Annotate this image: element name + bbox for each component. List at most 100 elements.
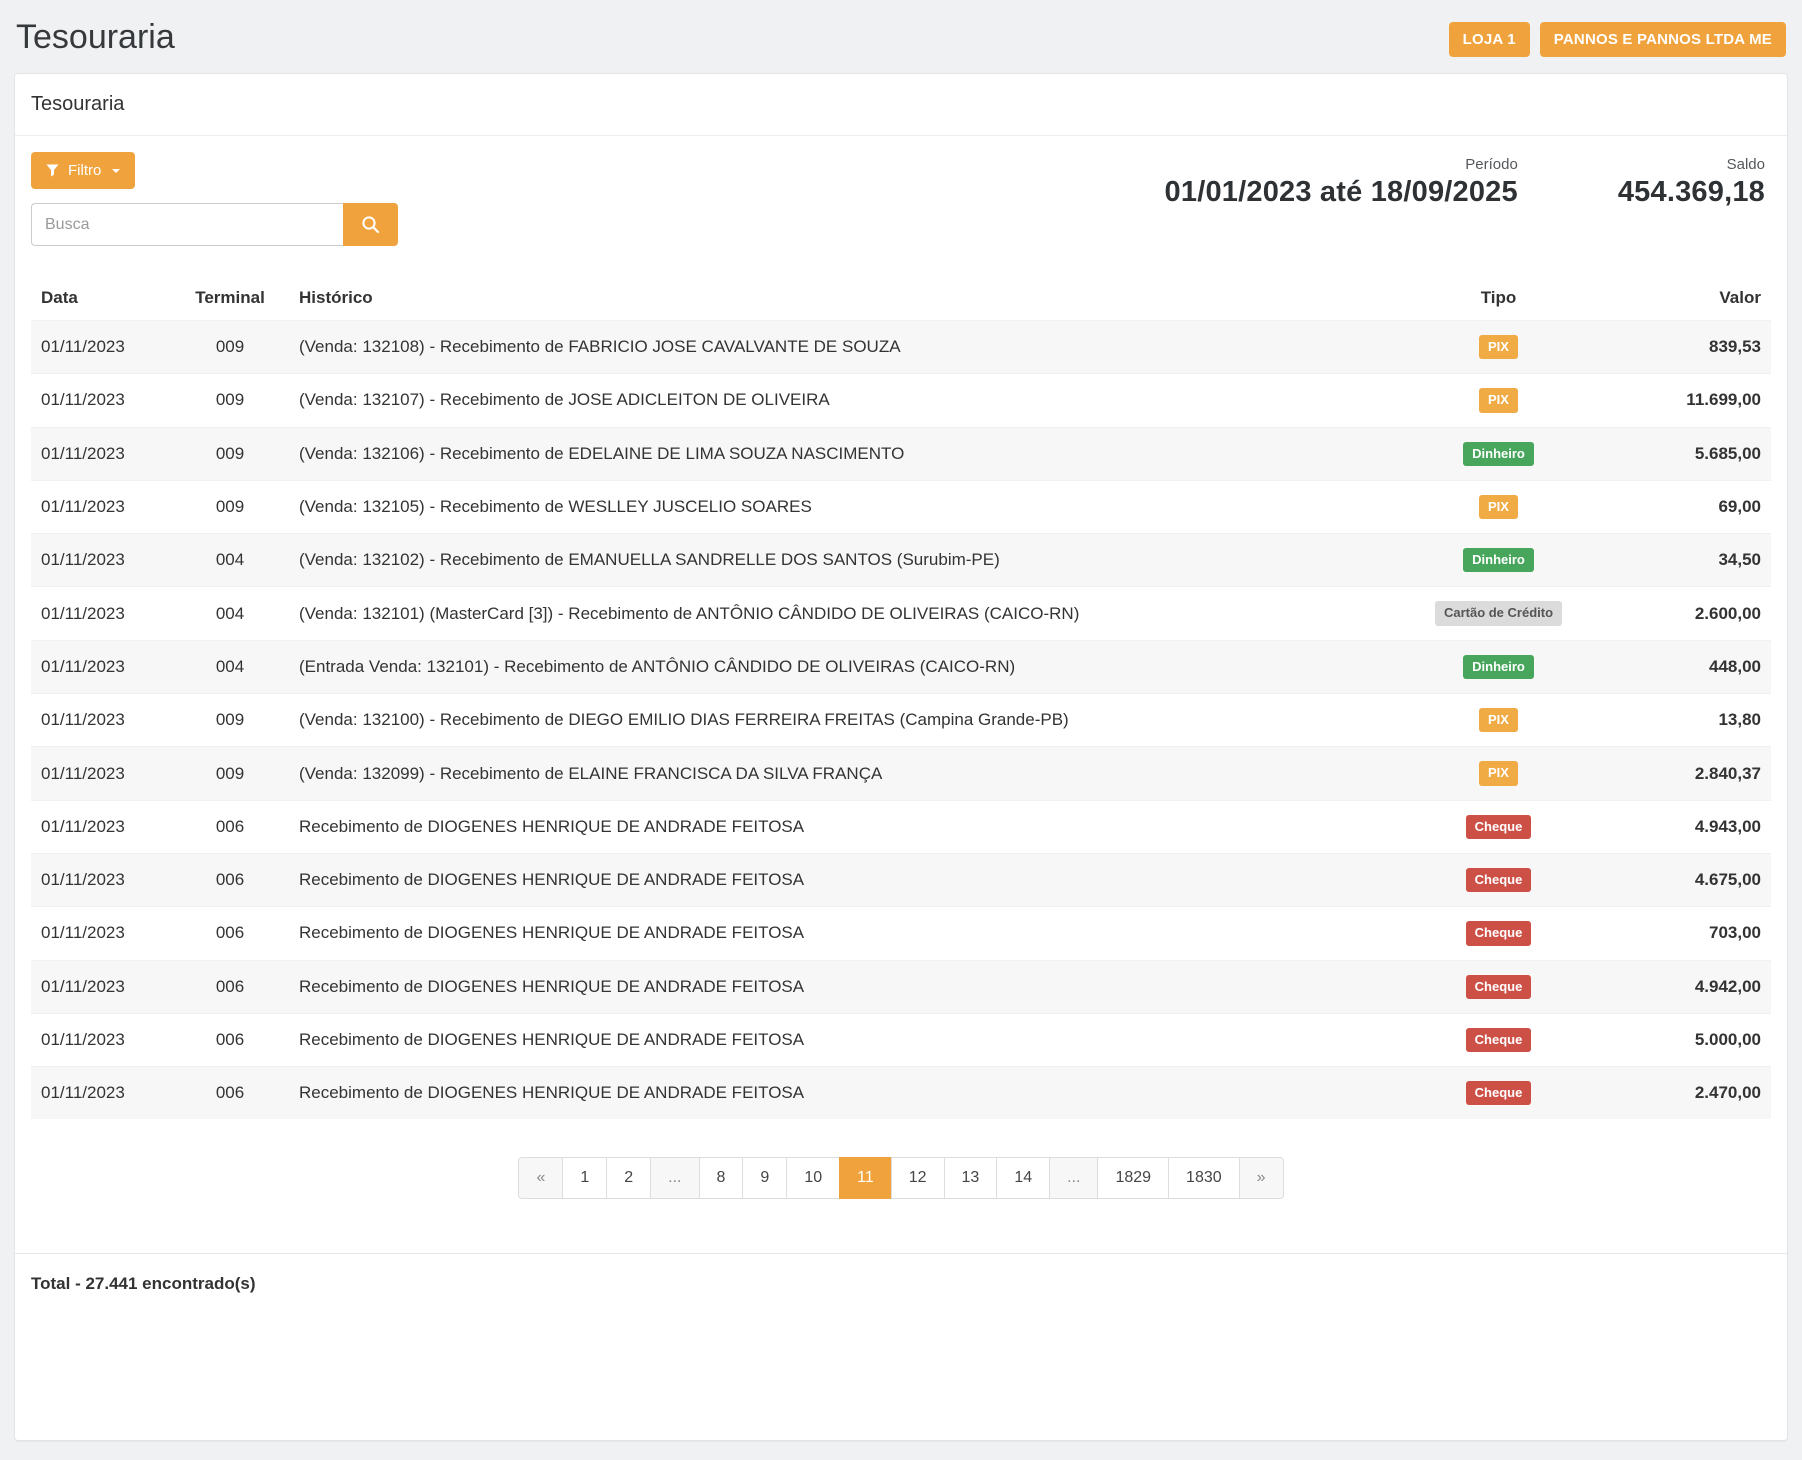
- table-row: 01/11/2023006Recebimento de DIOGENES HEN…: [31, 907, 1771, 960]
- table-row: 01/11/2023006Recebimento de DIOGENES HEN…: [31, 1067, 1771, 1120]
- table-head: DataTerminalHistóricoTipoValor: [31, 276, 1771, 321]
- cell-date: 01/11/2023: [31, 960, 171, 1013]
- pagination-page-11[interactable]: 11: [839, 1157, 892, 1199]
- period-label: Período: [1165, 156, 1518, 173]
- cell-terminal: 009: [171, 427, 289, 480]
- cell-historico: (Venda: 132102) - Recebimento de EMANUEL…: [289, 534, 1381, 587]
- pagination-page-9[interactable]: 9: [742, 1157, 787, 1199]
- pagination-next[interactable]: »: [1239, 1157, 1284, 1199]
- cell-date: 01/11/2023: [31, 907, 171, 960]
- funnel-icon: [46, 164, 59, 177]
- cell-historico: (Venda: 132101) (MasterCard [3]) - Receb…: [289, 587, 1381, 640]
- toolbar: Filtro Pe: [31, 152, 1771, 246]
- cell-tipo: Dinheiro: [1381, 640, 1616, 693]
- pagination-prev[interactable]: «: [518, 1157, 563, 1199]
- cell-valor: 4.943,00: [1616, 800, 1771, 853]
- summary-stats: Período 01/01/2023 até 18/09/2025 Saldo …: [1165, 152, 1771, 209]
- filter-search-group: Filtro: [31, 152, 398, 246]
- tipo-badge: Cheque: [1466, 921, 1532, 945]
- cell-terminal: 006: [171, 960, 289, 1013]
- company-button[interactable]: PANNOS E PANNOS LTDA ME: [1540, 22, 1786, 57]
- cell-valor: 69,00: [1616, 480, 1771, 533]
- table-row: 01/11/2023009(Venda: 132100) - Recebimen…: [31, 694, 1771, 747]
- column-header: Data: [31, 276, 171, 321]
- cell-tipo: Cheque: [1381, 1013, 1616, 1066]
- filter-button[interactable]: Filtro: [31, 152, 135, 189]
- cell-tipo: Cheque: [1381, 960, 1616, 1013]
- table-row: 01/11/2023006Recebimento de DIOGENES HEN…: [31, 800, 1771, 853]
- cell-valor: 839,53: [1616, 321, 1771, 374]
- search-input[interactable]: [31, 203, 343, 246]
- cell-terminal: 006: [171, 1067, 289, 1120]
- cell-date: 01/11/2023: [31, 480, 171, 533]
- search-group: [31, 203, 398, 246]
- cell-tipo: Cheque: [1381, 800, 1616, 853]
- tipo-badge: Dinheiro: [1463, 442, 1534, 466]
- cell-date: 01/11/2023: [31, 587, 171, 640]
- store-button[interactable]: LOJA 1: [1449, 22, 1530, 57]
- cell-historico: (Venda: 132099) - Recebimento de ELAINE …: [289, 747, 1381, 800]
- cell-valor: 13,80: [1616, 694, 1771, 747]
- cell-terminal: 009: [171, 321, 289, 374]
- cell-terminal: 006: [171, 1013, 289, 1066]
- column-header: Histórico: [289, 276, 1381, 321]
- search-icon: [361, 215, 380, 234]
- table-row: 01/11/2023009(Venda: 132099) - Recebimen…: [31, 747, 1771, 800]
- table-row: 01/11/2023006Recebimento de DIOGENES HEN…: [31, 1013, 1771, 1066]
- cell-valor: 703,00: [1616, 907, 1771, 960]
- pagination-page-10[interactable]: 10: [786, 1157, 840, 1199]
- panel-title: Tesouraria: [15, 74, 1787, 136]
- cell-tipo: Cheque: [1381, 853, 1616, 906]
- topbar: Tesouraria LOJA 1 PANNOS E PANNOS LTDA M…: [14, 12, 1788, 73]
- cell-historico: (Venda: 132108) - Recebimento de FABRICI…: [289, 321, 1381, 374]
- tipo-badge: Cartão de Crédito: [1435, 601, 1562, 625]
- search-button[interactable]: [343, 203, 398, 246]
- page: Tesouraria LOJA 1 PANNOS E PANNOS LTDA M…: [0, 0, 1802, 1455]
- cell-valor: 2.470,00: [1616, 1067, 1771, 1120]
- cell-historico: (Venda: 132106) - Recebimento de EDELAIN…: [289, 427, 1381, 480]
- table-row: 01/11/2023004(Entrada Venda: 132101) - R…: [31, 640, 1771, 693]
- cell-tipo: PIX: [1381, 747, 1616, 800]
- cell-terminal: 009: [171, 480, 289, 533]
- table-row: 01/11/2023009(Venda: 132108) - Recebimen…: [31, 321, 1771, 374]
- cell-historico: Recebimento de DIOGENES HENRIQUE DE ANDR…: [289, 800, 1381, 853]
- pagination-page-1830[interactable]: 1830: [1168, 1157, 1240, 1199]
- cell-historico: (Venda: 132107) - Recebimento de JOSE AD…: [289, 374, 1381, 427]
- tipo-badge: Dinheiro: [1463, 548, 1534, 572]
- cell-historico: Recebimento de DIOGENES HENRIQUE DE ANDR…: [289, 1013, 1381, 1066]
- cell-date: 01/11/2023: [31, 1067, 171, 1120]
- cell-tipo: PIX: [1381, 694, 1616, 747]
- balance-stat: Saldo 454.369,18: [1618, 156, 1765, 209]
- cell-tipo: Cheque: [1381, 907, 1616, 960]
- pagination-page-2[interactable]: 2: [606, 1157, 651, 1199]
- column-header: Tipo: [1381, 276, 1616, 321]
- table-row: 01/11/2023004(Venda: 132102) - Recebimen…: [31, 534, 1771, 587]
- treasury-panel: Tesouraria Filtro: [14, 73, 1788, 1441]
- tipo-badge: PIX: [1479, 708, 1518, 732]
- pagination-ellipsis: ...: [650, 1157, 699, 1199]
- pagination-page-12[interactable]: 12: [891, 1157, 945, 1199]
- total-count: Total - 27.441 encontrado(s): [15, 1253, 1787, 1314]
- pagination-page-1[interactable]: 1: [562, 1157, 607, 1199]
- cell-terminal: 009: [171, 694, 289, 747]
- pagination-page-14[interactable]: 14: [996, 1157, 1050, 1199]
- cell-historico: Recebimento de DIOGENES HENRIQUE DE ANDR…: [289, 1067, 1381, 1120]
- balance-value: 454.369,18: [1618, 176, 1765, 209]
- cell-terminal: 006: [171, 853, 289, 906]
- cell-date: 01/11/2023: [31, 1013, 171, 1066]
- cell-valor: 2.600,00: [1616, 587, 1771, 640]
- cell-date: 01/11/2023: [31, 853, 171, 906]
- pagination-page-8[interactable]: 8: [699, 1157, 744, 1199]
- table-header-row: DataTerminalHistóricoTipoValor: [31, 276, 1771, 321]
- page-title: Tesouraria: [16, 18, 175, 57]
- cell-historico: Recebimento de DIOGENES HENRIQUE DE ANDR…: [289, 960, 1381, 1013]
- pagination-page-13[interactable]: 13: [944, 1157, 998, 1199]
- table-row: 01/11/2023009(Venda: 132107) - Recebimen…: [31, 374, 1771, 427]
- pagination-page-1829[interactable]: 1829: [1097, 1157, 1169, 1199]
- tipo-badge: PIX: [1479, 335, 1518, 359]
- balance-label: Saldo: [1618, 156, 1765, 173]
- cell-tipo: Cheque: [1381, 1067, 1616, 1120]
- table-body: 01/11/2023009(Venda: 132108) - Recebimen…: [31, 321, 1771, 1120]
- tipo-badge: PIX: [1479, 388, 1518, 412]
- cell-date: 01/11/2023: [31, 747, 171, 800]
